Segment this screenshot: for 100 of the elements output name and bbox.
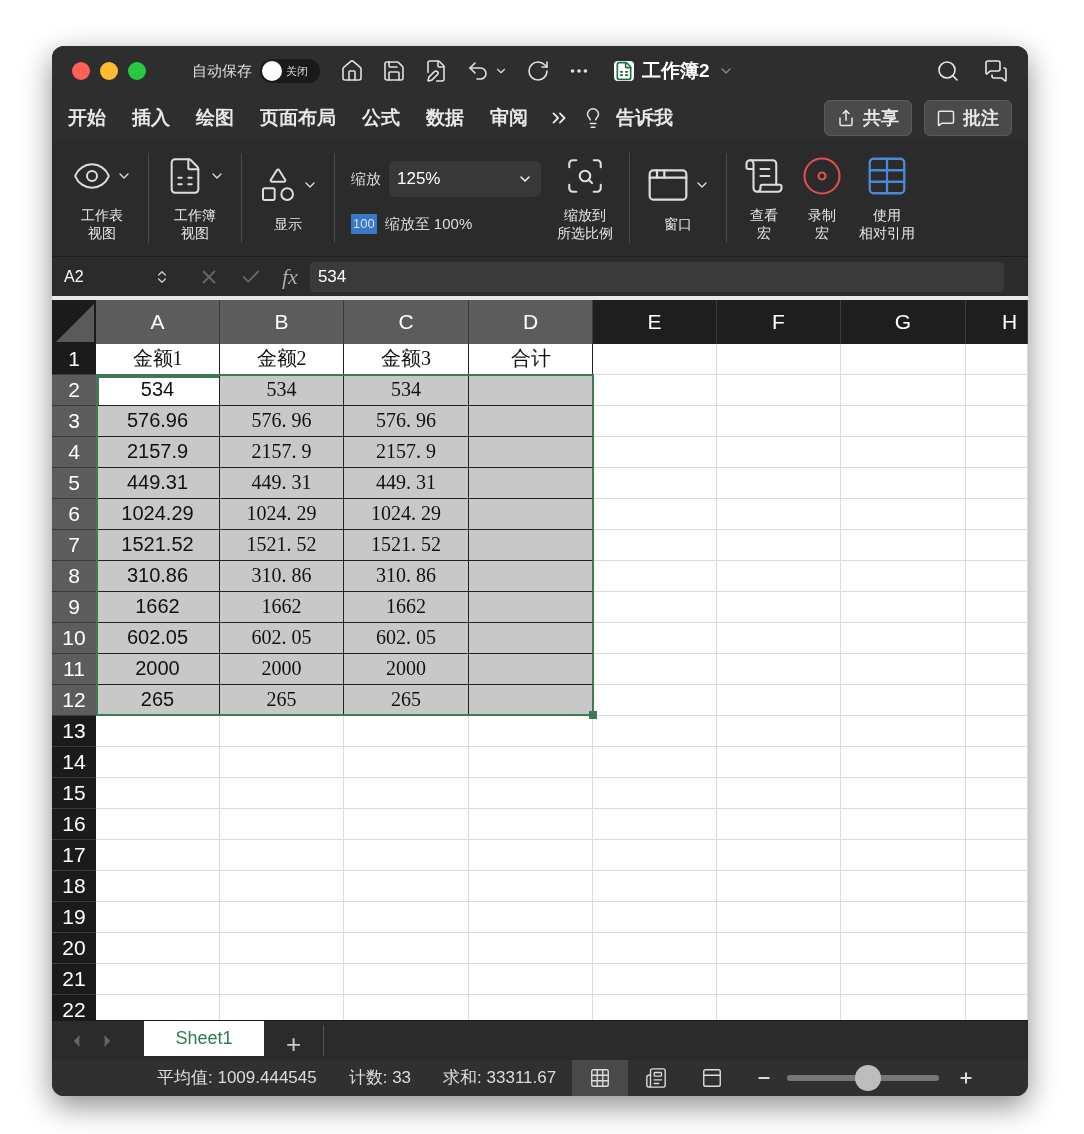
record-macro-button[interactable]: 录制 宏 [793, 150, 851, 246]
empty-cell[interactable] [717, 499, 841, 530]
row-header[interactable]: 4 [52, 437, 96, 468]
table-cell[interactable]: 534 [96, 375, 220, 406]
empty-cell[interactable] [841, 902, 966, 933]
empty-cell[interactable] [841, 623, 966, 654]
empty-cell[interactable] [717, 685, 841, 716]
zoom-100-button[interactable]: 100 缩放至 100% [351, 212, 541, 236]
empty-cell[interactable] [717, 747, 841, 778]
empty-cell[interactable] [966, 840, 1028, 871]
empty-cell[interactable] [220, 747, 344, 778]
table-cell[interactable]: 1521. 52 [220, 530, 344, 561]
empty-cell[interactable] [717, 530, 841, 561]
empty-cell[interactable] [966, 933, 1028, 964]
row-header[interactable]: 6 [52, 499, 96, 530]
empty-cell[interactable] [841, 344, 966, 375]
row-header[interactable]: 19 [52, 902, 96, 933]
add-sheet-button[interactable]: + [264, 1025, 324, 1056]
empty-cell[interactable] [717, 654, 841, 685]
empty-cell[interactable] [593, 778, 717, 809]
row-header[interactable]: 20 [52, 933, 96, 964]
empty-cell[interactable] [966, 685, 1028, 716]
table-cell[interactable]: 2157. 9 [344, 437, 469, 468]
empty-cell[interactable] [717, 933, 841, 964]
empty-cell[interactable] [841, 406, 966, 437]
empty-cell[interactable] [841, 685, 966, 716]
function-label[interactable]: fx [282, 260, 298, 293]
empty-cell[interactable] [220, 964, 344, 995]
empty-cell[interactable] [966, 592, 1028, 623]
empty-cell[interactable] [344, 840, 469, 871]
empty-cell[interactable] [717, 406, 841, 437]
menu-tab[interactable]: 公式 [362, 103, 400, 133]
empty-cell[interactable] [344, 933, 469, 964]
relative-reference-button[interactable]: 使用 相对引用 [851, 150, 923, 246]
row-header[interactable]: 18 [52, 871, 96, 902]
table-cell[interactable]: 1521.52 [96, 530, 220, 561]
table-cell[interactable]: 576.96 [96, 406, 220, 437]
empty-cell[interactable] [966, 344, 1028, 375]
empty-cell[interactable] [966, 778, 1028, 809]
empty-cell[interactable] [717, 809, 841, 840]
row-header[interactable]: 9 [52, 592, 96, 623]
row-header[interactable]: 10 [52, 623, 96, 654]
table-cell[interactable]: 2157. 9 [220, 437, 344, 468]
empty-cell[interactable] [593, 840, 717, 871]
empty-cell[interactable] [841, 468, 966, 499]
empty-cell[interactable] [841, 840, 966, 871]
empty-cell[interactable] [469, 778, 593, 809]
table-cell[interactable]: 1521. 52 [344, 530, 469, 561]
empty-cell[interactable] [717, 592, 841, 623]
table-cell[interactable]: 2157.9 [96, 437, 220, 468]
empty-cell[interactable] [717, 375, 841, 406]
empty-cell[interactable] [966, 747, 1028, 778]
empty-cell[interactable] [220, 871, 344, 902]
empty-cell[interactable] [593, 747, 717, 778]
table-cell[interactable]: 1024. 29 [220, 499, 344, 530]
column-header[interactable]: A [96, 300, 220, 344]
show-button[interactable]: 显示 [250, 159, 326, 237]
row-header[interactable]: 5 [52, 468, 96, 499]
table-cell[interactable]: 534 [344, 375, 469, 406]
row-header[interactable]: 14 [52, 747, 96, 778]
view-macros-button[interactable]: 查看 宏 [735, 150, 793, 246]
empty-cell[interactable] [469, 933, 593, 964]
empty-cell[interactable] [593, 964, 717, 995]
empty-cell[interactable] [841, 716, 966, 747]
table-cell[interactable]: 449. 31 [220, 468, 344, 499]
table-cell[interactable]: 534 [220, 375, 344, 406]
row-header[interactable]: 3 [52, 406, 96, 437]
empty-cell[interactable] [469, 871, 593, 902]
workbook-view-button[interactable]: 工作簿 视图 [157, 150, 233, 246]
empty-cell[interactable] [593, 871, 717, 902]
empty-cell[interactable] [469, 747, 593, 778]
table-cell[interactable]: 310.86 [96, 561, 220, 592]
table-cell[interactable] [469, 592, 593, 623]
empty-cell[interactable] [717, 902, 841, 933]
empty-cell[interactable] [966, 902, 1028, 933]
empty-cell[interactable] [344, 964, 469, 995]
empty-cell[interactable] [593, 809, 717, 840]
empty-cell[interactable] [841, 809, 966, 840]
empty-cell[interactable] [344, 778, 469, 809]
table-cell[interactable] [469, 530, 593, 561]
empty-cell[interactable] [717, 716, 841, 747]
row-header[interactable]: 2 [52, 375, 96, 406]
empty-cell[interactable] [717, 468, 841, 499]
row-header[interactable]: 13 [52, 716, 96, 747]
table-cell[interactable] [469, 685, 593, 716]
empty-cell[interactable] [841, 530, 966, 561]
redo-icon[interactable] [526, 59, 550, 83]
empty-cell[interactable] [841, 654, 966, 685]
empty-cell[interactable] [717, 840, 841, 871]
table-cell[interactable]: 1662 [344, 592, 469, 623]
window-button[interactable]: 窗口 [638, 159, 718, 237]
empty-cell[interactable] [841, 437, 966, 468]
empty-cell[interactable] [966, 437, 1028, 468]
empty-cell[interactable] [966, 871, 1028, 902]
row-header[interactable]: 17 [52, 840, 96, 871]
empty-cell[interactable] [841, 933, 966, 964]
column-header[interactable]: G [841, 300, 966, 344]
menu-tab[interactable]: 页面布局 [260, 103, 336, 133]
empty-cell[interactable] [344, 871, 469, 902]
menu-tab[interactable]: 绘图 [196, 103, 234, 133]
